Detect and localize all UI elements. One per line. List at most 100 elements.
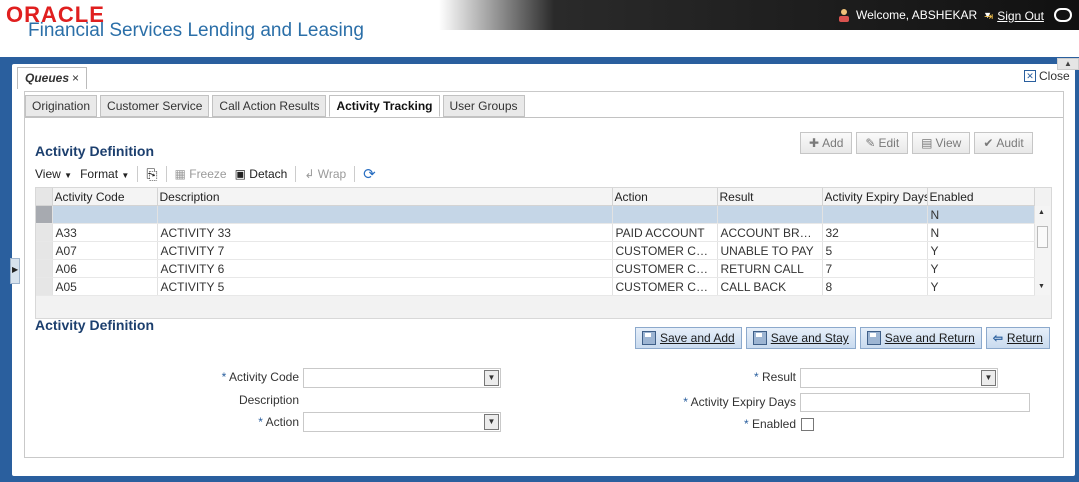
row-selector[interactable]: [36, 241, 53, 260]
view-menu[interactable]: View ▼: [35, 167, 72, 181]
return-button[interactable]: ⇦ Return: [985, 327, 1050, 349]
expiry-days-input[interactable]: [800, 393, 1030, 412]
tab-bar: Origination Customer Service Call Action…: [25, 95, 525, 117]
add-button[interactable]: ✚ Add: [800, 132, 853, 154]
table-row[interactable]: N: [36, 205, 1035, 224]
required-mark: *: [743, 417, 749, 431]
cell-expiry-days: 7: [822, 259, 928, 278]
cell-result: [717, 205, 823, 224]
table-row[interactable]: A05 ACTIVITY 5 CUSTOMER CALLED CALL BACK…: [36, 277, 1035, 296]
help-icon[interactable]: [1054, 8, 1072, 22]
user-menu[interactable]: Welcome, ABSHEKAR ▼: [838, 8, 992, 22]
col-enabled[interactable]: Enabled: [927, 188, 1035, 206]
row-selector[interactable]: [36, 277, 53, 296]
action-label: * Action: [185, 415, 299, 429]
sign-out-link[interactable]: ⇥ Sign Out: [984, 9, 1044, 23]
result-label: * Result: [625, 370, 796, 384]
chevron-down-icon[interactable]: ▼: [484, 414, 499, 430]
chevron-down-icon[interactable]: ▼: [484, 370, 499, 386]
col-result[interactable]: Result: [717, 188, 823, 206]
save-and-return-button[interactable]: Save and Return: [859, 327, 982, 349]
cell-description: ACTIVITY 6: [157, 259, 613, 278]
table-row[interactable]: A06 ACTIVITY 6 CUSTOMER CALLED RETURN CA…: [36, 259, 1035, 278]
save-and-stay-button[interactable]: Save and Stay: [745, 327, 856, 349]
activity-grid: Activity Code Description Action Result …: [35, 187, 1052, 319]
welcome-text: Welcome, ABSHEKAR: [856, 8, 978, 22]
close-link[interactable]: ✕ Close: [1024, 69, 1070, 83]
main-frame: ▲ ▶ Queues × ✕ Close Origination Customer…: [0, 57, 1079, 482]
sign-out-label: Sign Out: [997, 9, 1044, 23]
wrap-icon: ↲: [304, 167, 315, 181]
activity-table: Activity Code Description Action Result …: [36, 188, 1035, 296]
cell-description: ACTIVITY 5: [157, 277, 613, 296]
cell-activity-code: A07: [52, 241, 158, 260]
cell-action: CUSTOMER CALLED: [612, 259, 718, 278]
scroll-up-icon[interactable]: ▲: [1038, 209, 1045, 216]
side-panel-toggle[interactable]: ▶: [10, 258, 20, 284]
result-select[interactable]: ▼: [800, 368, 998, 388]
result-label-text: Result: [761, 370, 796, 384]
tab-origination[interactable]: Origination: [25, 95, 98, 117]
tab-content: Activity Definition ✚ Add ✎ Edit ▤ View ✔ Au…: [25, 119, 1063, 457]
detach-label: Detach: [249, 167, 288, 181]
app-header: ORACLE Financial Services Lending and Le…: [0, 0, 1079, 57]
row-selector[interactable]: [36, 259, 53, 278]
scroll-thumb[interactable]: [1037, 226, 1048, 248]
table-row[interactable]: A33 ACTIVITY 33 PAID ACCOUNT ACCOUNT BRO…: [36, 223, 1035, 242]
cell-result: CALL BACK: [717, 277, 823, 296]
record-actions: ✚ Add ✎ Edit ▤ View ✔ Audit: [800, 132, 1033, 154]
row-selector[interactable]: [36, 223, 53, 242]
detach-icon: ▣: [234, 167, 246, 181]
cell-result: ACCOUNT BROUG...: [717, 223, 823, 242]
chevron-down-icon[interactable]: ▼: [981, 370, 996, 386]
cell-description: ACTIVITY 33: [157, 223, 613, 242]
pencil-icon: ✎: [865, 136, 876, 150]
action-select[interactable]: ▼: [303, 412, 501, 432]
chevron-right-icon: ▶: [12, 265, 19, 274]
audit-button[interactable]: ✔ Audit: [974, 132, 1033, 154]
cell-expiry-days: 5: [822, 241, 928, 260]
enabled-checkbox[interactable]: [801, 418, 814, 431]
col-activity-code[interactable]: Activity Code: [52, 188, 158, 206]
grid-vertical-scrollbar[interactable]: ▲ ▼: [1035, 206, 1050, 295]
tab-call-action-results[interactable]: Call Action Results: [212, 95, 327, 117]
cell-enabled: Y: [927, 259, 1035, 278]
save-and-stay-label: Save and Stay: [770, 331, 849, 345]
row-selector[interactable]: [36, 205, 53, 224]
save-and-add-button[interactable]: Save and Add: [635, 327, 742, 349]
view-button[interactable]: ▤ View: [912, 132, 971, 154]
col-action[interactable]: Action: [612, 188, 718, 206]
table-row[interactable]: A07 ACTIVITY 7 CUSTOMER CALLED UNABLE TO…: [36, 241, 1035, 260]
edit-label: Edit: [878, 136, 900, 150]
edit-button[interactable]: ✎ Edit: [856, 132, 909, 154]
format-menu[interactable]: Format ▼: [80, 167, 129, 181]
expiry-days-label-text: Activity Expiry Days: [690, 395, 796, 409]
queues-tab[interactable]: Queues ×: [17, 67, 88, 89]
required-mark: *: [753, 370, 759, 384]
toolbar-separator: [354, 166, 356, 182]
activity-code-select[interactable]: ▼: [303, 368, 501, 388]
audit-label: Audit: [996, 136, 1024, 150]
freeze-button[interactable]: ▦ Freeze: [175, 167, 227, 181]
detach-button[interactable]: ▣ Detach: [235, 167, 288, 181]
tab-user-groups[interactable]: User Groups: [442, 95, 525, 117]
col-description[interactable]: Description: [157, 188, 613, 206]
check-icon: ✔: [983, 136, 994, 150]
tab-activity-tracking[interactable]: Activity Tracking: [329, 95, 440, 117]
tab-customer-service[interactable]: Customer Service: [100, 95, 210, 117]
save-and-add-label: Save and Add: [660, 331, 735, 345]
chevron-down-icon: ▼: [121, 171, 130, 180]
close-tab-icon[interactable]: ×: [72, 71, 79, 85]
cell-activity-code: [52, 205, 158, 224]
scroll-down-icon[interactable]: ▼: [1038, 283, 1045, 290]
refresh-icon[interactable]: ⟳: [363, 165, 376, 183]
view-label: View: [935, 136, 962, 150]
section-title: Activity Definition: [35, 143, 155, 159]
workspace: ▲ ▶ Queues × ✕ Close Origination Customer…: [10, 58, 1079, 476]
freeze-icon: ▦: [174, 167, 186, 181]
query-icon[interactable]: ⎘: [146, 166, 157, 183]
sign-out-icon: ⇥: [984, 10, 994, 23]
grid-toolbar: View ▼ Format ▼ ⎘ ▦ Freeze ▣ Detach ↲ Wr…: [35, 163, 376, 185]
col-expiry-days[interactable]: Activity Expiry Days: [822, 188, 928, 206]
wrap-button[interactable]: ↲ Wrap: [304, 167, 346, 181]
